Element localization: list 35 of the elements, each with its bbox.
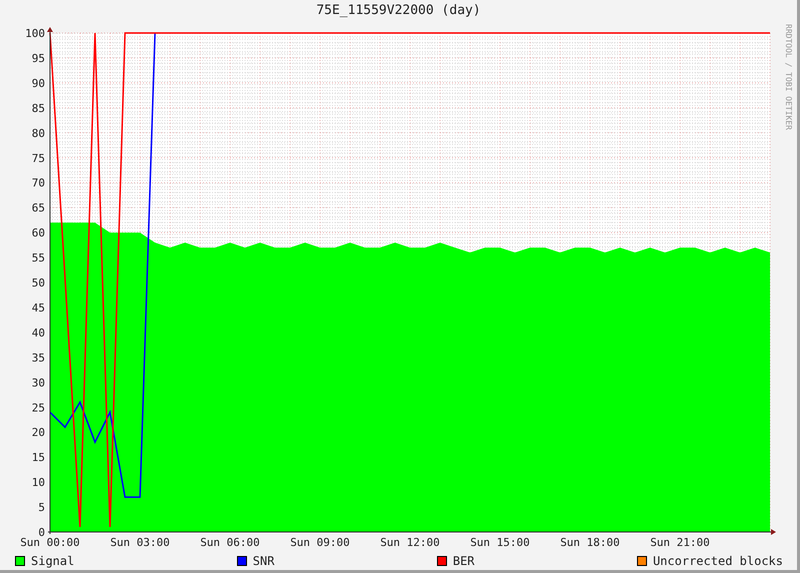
legend-label: SNR: [252, 553, 274, 570]
y-tick-label: 80: [32, 126, 45, 140]
y-tick-label: 25: [32, 401, 45, 414]
y-tick-label: 0: [38, 526, 45, 539]
y-tick-label: 55: [32, 252, 45, 265]
y-tick-label: 40: [32, 326, 45, 340]
watermark-credit: RRDTOOL / TOBI OETIKER: [782, 23, 794, 132]
y-tick-label: 65: [32, 202, 45, 215]
x-tick-label: Sun 18:00: [560, 536, 620, 548]
y-tick-label: 75: [32, 152, 45, 165]
y-tick-label: 35: [32, 351, 45, 364]
y-tick-label: 50: [32, 276, 45, 290]
y-tick-label: 30: [32, 376, 45, 390]
x-tick-label: Sun 12:00: [380, 536, 440, 548]
y-tick-label: 85: [32, 102, 45, 115]
y-tick-label: 10: [32, 476, 45, 490]
y-tick-label: 15: [32, 451, 45, 464]
legend-label: Uncorrected blocks: [652, 553, 783, 570]
y-tick-label: 70: [32, 176, 45, 190]
x-tick-label: Sun 21:00: [650, 536, 710, 548]
y-tick-label: 100: [25, 27, 45, 40]
chart-title: 75E_11559V22000 (day): [316, 2, 481, 20]
y-tick-label: 5: [38, 501, 45, 514]
legend-label: Signal: [31, 553, 74, 570]
legend-label: BER: [452, 553, 475, 570]
y-tick-label: 90: [32, 76, 45, 90]
x-tick-label: Sun 00:00: [20, 536, 80, 548]
x-tick-label: Sun 15:00: [470, 536, 530, 548]
x-tick-label: Sun 03:00: [110, 536, 170, 548]
x-tick-label: Sun 09:00: [290, 536, 350, 548]
y-tick-label: 20: [32, 426, 45, 440]
y-tick-label: 95: [32, 52, 45, 65]
x-tick-label: Sun 06:00: [200, 536, 260, 548]
y-tick-label: 60: [32, 226, 45, 240]
y-tick-label: 45: [32, 301, 45, 314]
